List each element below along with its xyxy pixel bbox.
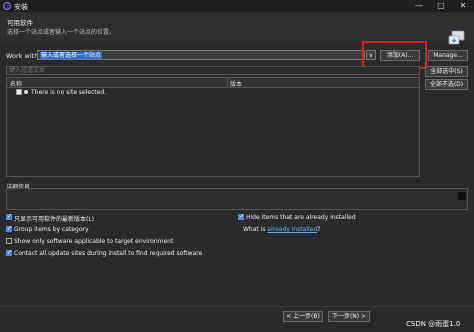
- info-icon: [24, 90, 28, 94]
- highlight-annotation: [362, 41, 427, 69]
- show-applicable-label: Show only software applicable to target …: [14, 238, 174, 245]
- what-is-prefix: What is: [243, 226, 266, 233]
- column-name[interactable]: 名称: [10, 79, 22, 88]
- software-table: 名称 版本 There is no site selected.: [6, 77, 420, 177]
- filter-input[interactable]: 键入过滤文本: [6, 66, 420, 75]
- close-button[interactable]: ✕: [456, 1, 470, 11]
- row-checkbox[interactable]: [16, 89, 22, 95]
- watermark: CSDN @雨蛋1.0: [406, 320, 461, 328]
- group-by-category-checkbox[interactable]: [6, 225, 12, 232]
- hide-installed-checkbox[interactable]: [238, 213, 244, 220]
- page-subtitle: 选择一个站点或者输入一个站点的位置。: [7, 29, 116, 36]
- title-bar: 安装 — □ ✕: [0, 0, 474, 12]
- work-with-label: Work with:: [6, 52, 41, 60]
- work-with-combo[interactable]: 输入或者选择一个站点: [37, 50, 365, 60]
- minimize-button[interactable]: —: [412, 1, 426, 11]
- details-area: [6, 188, 468, 210]
- table-header: 名称 版本: [7, 78, 419, 88]
- deselect-all-button[interactable]: 全部不选(D): [425, 79, 468, 90]
- contact-all-checkbox[interactable]: [6, 249, 12, 256]
- window-title: 安装: [14, 3, 28, 11]
- show-applicable-checkbox[interactable]: [6, 238, 12, 244]
- page-title: 可用软件: [7, 19, 33, 27]
- contact-all-label: Contact all update sites during install …: [14, 250, 203, 257]
- footer-divider: [0, 306, 474, 307]
- manage-button[interactable]: Manage...: [428, 50, 468, 61]
- select-all-button[interactable]: 全部选中(S): [425, 66, 468, 77]
- group-by-category-label: Group items by category: [14, 226, 89, 233]
- install-wizard-icon: [448, 30, 465, 45]
- column-version[interactable]: 版本: [230, 79, 242, 88]
- back-button[interactable]: < 上一步(B): [283, 311, 323, 322]
- row-name: There is no site selected.: [31, 89, 107, 96]
- wizard-header: 可用软件 选择一个站点或者输入一个站点的位置。: [0, 12, 474, 45]
- app-icon: [3, 2, 11, 10]
- show-latest-checkbox[interactable]: [6, 213, 12, 220]
- already-installed-link[interactable]: already installed: [267, 226, 317, 233]
- what-is-suffix: ?: [317, 226, 321, 233]
- column-divider: [227, 78, 228, 87]
- what-is-installed-text: What is already installed?: [243, 226, 320, 233]
- show-latest-label: 只显示可用软件的最新版本(L): [14, 216, 95, 223]
- table-row[interactable]: There is no site selected.: [7, 88, 419, 97]
- hide-installed-label: Hide items that are already installed: [246, 214, 356, 221]
- details-scroll-handle[interactable]: [458, 192, 466, 200]
- next-button[interactable]: 下一步(N) >: [328, 311, 370, 322]
- work-with-value[interactable]: 输入或者选择一个站点: [40, 52, 103, 59]
- maximize-button[interactable]: □: [434, 1, 448, 11]
